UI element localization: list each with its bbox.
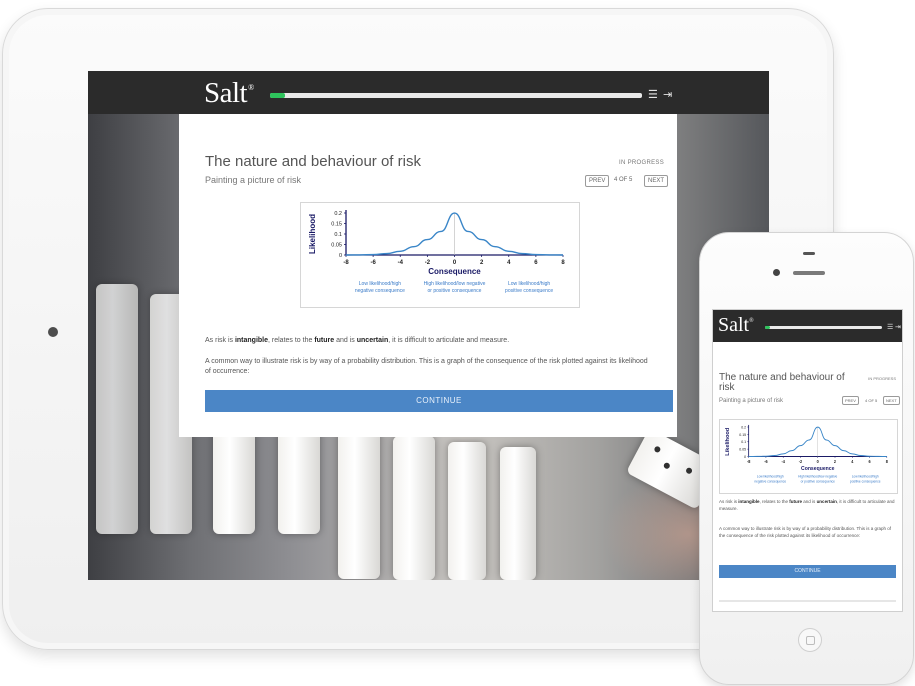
y-tick-label: 0.05	[331, 243, 342, 249]
course-progress-fill	[270, 93, 285, 98]
x-tick-label: 4	[507, 260, 511, 266]
x-tick-label: 0	[453, 260, 457, 266]
salt-logo: Salt®	[204, 77, 254, 109]
paragraph-probability: A common way to illustrate risk is by wa…	[205, 358, 648, 375]
paragraph-probability: A common way to illustrate risk is by wa…	[719, 526, 891, 538]
y-tick-label: 0.1	[741, 440, 746, 444]
y-tick-label: 0.2	[334, 211, 342, 217]
x-tick-label: 8	[886, 459, 889, 464]
probability-chart-svg: 0 0.05 0.1 0.15 0.2 -8 -6 -4 -2 0 2 4 6 8 Likelihood Co…	[308, 210, 565, 294]
chart-annotation: High likelihood/low negative	[798, 474, 837, 478]
continue-button[interactable]: CONTINUE	[205, 390, 673, 412]
chart-annotation: negative consequence	[754, 479, 786, 483]
y-tick-label: 0.15	[739, 433, 746, 437]
phone-app-header: Salt® ☰ ⇥	[713, 310, 902, 342]
phone-speaker	[793, 271, 825, 275]
page-count: 4 OF 5	[865, 398, 878, 403]
course-progress-fill	[765, 326, 770, 329]
lesson-subtitle: Painting a picture of risk	[205, 175, 302, 185]
chart-annotation: positive consequence	[505, 288, 553, 294]
x-tick-label: -8	[747, 459, 751, 464]
continue-button[interactable]: CONTINUE	[719, 565, 896, 578]
x-tick-label: -2	[799, 459, 803, 464]
app-header: Salt® ☰ ⇥	[88, 71, 769, 114]
chart-annotation: or positive consequence	[801, 479, 835, 483]
y-tick-label: 0	[744, 455, 746, 459]
probability-chart: 0 0.05 0.1 0.15 0.2 -8 -6 -4 -2 0 2 4 6 8 Likelihood Co…	[719, 419, 898, 494]
x-tick-label: 0	[817, 459, 820, 464]
paragraph-intangible: As risk is intangible, relates to the fu…	[205, 337, 510, 344]
phone-device: Salt® ☰ ⇥ The nature and behaviour of ri…	[699, 232, 914, 685]
phone-camera	[773, 269, 780, 276]
y-tick-label: 0.1	[334, 232, 342, 238]
y-tick-label: 0.05	[739, 447, 746, 451]
salt-logo: Salt®	[718, 314, 754, 336]
tablet-screen: Salt® ☰ ⇥ The nature and behaviour of ri…	[88, 71, 769, 580]
y-tick-label: 0.15	[331, 222, 342, 228]
chart-annotation: Low likelihood/high	[508, 281, 550, 287]
domino-image	[96, 284, 138, 534]
tablet-camera	[48, 327, 58, 337]
divider	[719, 600, 896, 602]
chart-annotation: Low likelihood/high	[359, 281, 401, 287]
x-tick-label: 4	[851, 459, 854, 464]
chart-annotation: positive consequence	[850, 479, 881, 483]
chart-annotation: Low likelihood/high	[757, 474, 784, 478]
next-button[interactable]: NEXT	[883, 396, 900, 405]
list-icon[interactable]: ☰	[648, 89, 658, 101]
lesson-subtitle: Painting a picture of risk	[719, 398, 784, 404]
prev-button[interactable]: PREV	[585, 175, 610, 187]
page-count: 4 OF 5	[614, 177, 633, 183]
x-tick-label: 8	[561, 260, 565, 266]
prev-button[interactable]: PREV	[842, 396, 859, 405]
chart-annotation: High likelihood/low negative	[424, 281, 486, 287]
paragraph-intangible: As risk is intangible, relates to the fu…	[719, 499, 895, 511]
lesson-title: The nature and behaviour of risk	[719, 372, 845, 393]
x-tick-label: -6	[370, 260, 376, 266]
list-icon[interactable]: ☰	[887, 323, 893, 331]
status-badge: IN PROGRESS	[868, 376, 896, 381]
x-tick-label: -6	[764, 459, 768, 464]
x-tick-label: -2	[425, 260, 431, 266]
exit-icon[interactable]: ⇥	[895, 323, 901, 331]
home-button[interactable]	[798, 628, 822, 652]
course-progress-bar	[765, 326, 882, 329]
lesson-title: The nature and behaviour of risk	[205, 153, 421, 170]
x-tick-label: 6	[868, 459, 871, 464]
chart-annotation: negative consequence	[355, 288, 405, 294]
domino-image	[448, 442, 486, 580]
lesson-card: The nature and behaviour of risk Paintin…	[179, 114, 677, 437]
exit-icon[interactable]: ⇥	[663, 89, 672, 101]
phone-screen: Salt® ☰ ⇥ The nature and behaviour of ri…	[712, 309, 903, 612]
domino-image	[393, 436, 435, 580]
next-button[interactable]: NEXT	[644, 175, 669, 187]
x-tick-label: -4	[781, 459, 785, 464]
x-axis-label: Consequence	[428, 267, 481, 276]
probability-chart-svg: 0 0.05 0.1 0.15 0.2 -8 -6 -4 -2 0 2 4 6 8 Likelihood Co…	[725, 424, 889, 484]
x-axis-label: Consequence	[801, 466, 834, 472]
y-axis-label: Likelihood	[308, 214, 317, 254]
y-tick-label: 0	[339, 253, 342, 259]
x-tick-label: -8	[343, 260, 349, 266]
domino-image	[500, 447, 536, 580]
page-navigation: PREV 4 OF 5 NEXT	[585, 175, 671, 187]
x-tick-label: 6	[534, 260, 538, 266]
phone-sensor	[803, 252, 815, 255]
course-progress-bar	[270, 93, 642, 98]
chart-annotation: Low likelihood/high	[852, 474, 879, 478]
y-axis-label: Likelihood	[725, 428, 731, 456]
probability-chart: 0 0.05 0.1 0.15 0.2 -8 -6 -4 -2 0 2 4 6 8 Likelihood Co…	[300, 202, 580, 308]
x-tick-label: 2	[480, 260, 484, 266]
x-tick-label: -4	[398, 260, 404, 266]
chart-annotation: or positive consequence	[428, 288, 482, 294]
status-badge: IN PROGRESS	[619, 160, 664, 166]
domino-image	[338, 429, 380, 579]
y-tick-label: 0.2	[741, 425, 746, 429]
x-tick-label: 2	[834, 459, 837, 464]
